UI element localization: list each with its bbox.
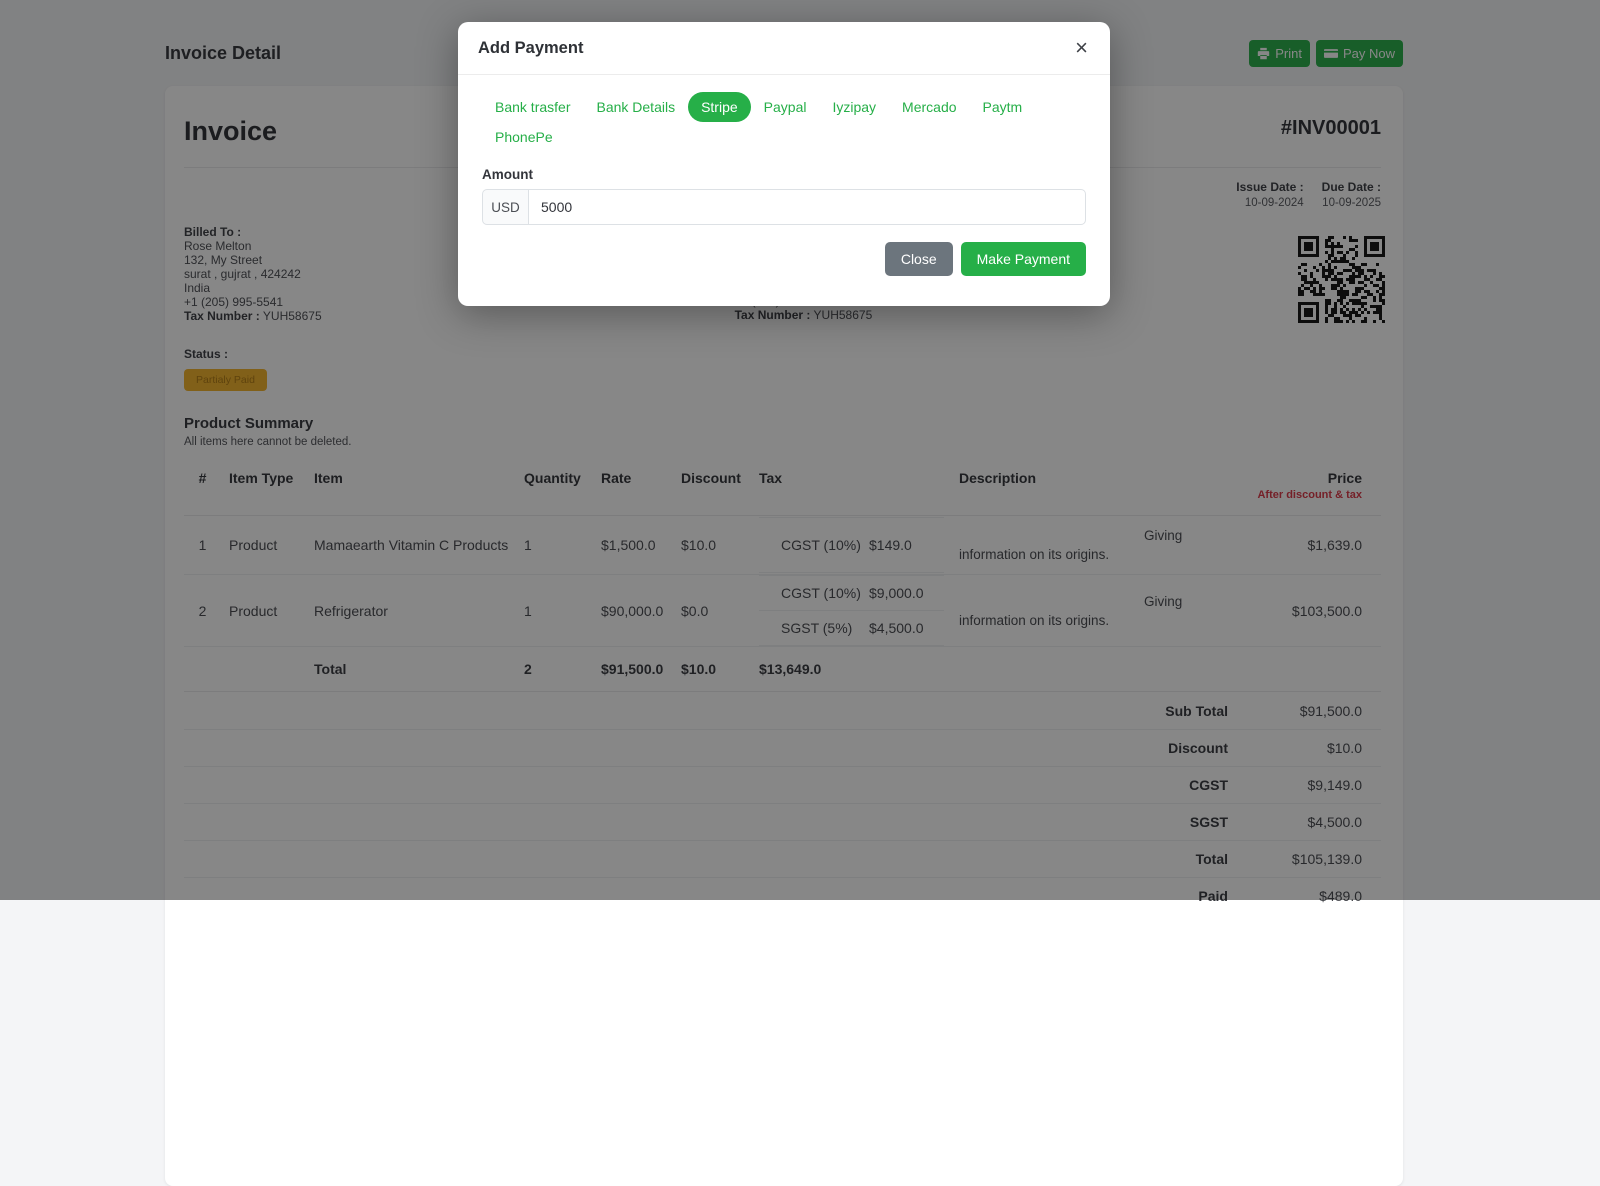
tab-stripe[interactable]: Stripe [688,92,751,122]
tab-iyzipay[interactable]: Iyzipay [819,92,889,122]
currency-prefix: USD [482,189,529,225]
modal-footer: Close Make Payment [482,242,1086,276]
tab-paytm[interactable]: Paytm [970,92,1036,122]
amount-label: Amount [482,167,533,182]
amount-input[interactable] [529,189,1086,225]
tab-bank-transfer[interactable]: Bank trasfer [482,92,583,122]
make-payment-button[interactable]: Make Payment [960,242,1086,276]
tab-mercado[interactable]: Mercado [889,92,969,122]
modal-body: Bank trasfer Bank Details Stripe Paypal … [458,75,1110,306]
tab-phonepe[interactable]: PhonePe [482,122,566,152]
amount-input-group: USD [482,189,1086,225]
tab-paypal[interactable]: Paypal [751,92,820,122]
tab-bank-details[interactable]: Bank Details [583,92,688,122]
payment-method-tabs: Bank trasfer Bank Details Stripe Paypal … [482,92,1086,152]
close-icon[interactable]: × [1073,37,1090,59]
modal-title: Add Payment [478,38,584,57]
modal-header: Add Payment × [458,22,1110,75]
add-payment-modal: Add Payment × Bank trasfer Bank Details … [458,22,1110,306]
close-button[interactable]: Close [884,242,953,276]
